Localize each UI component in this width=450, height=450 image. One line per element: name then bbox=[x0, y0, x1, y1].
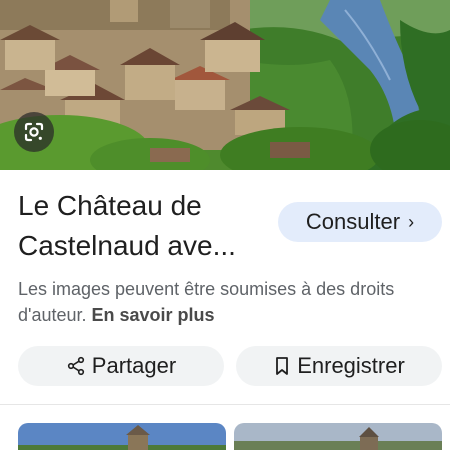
learn-more-link[interactable]: En savoir plus bbox=[92, 305, 215, 325]
save-button[interactable]: Enregistrer bbox=[236, 346, 442, 386]
chevron-right-icon: › bbox=[408, 211, 415, 232]
google-lens-icon bbox=[24, 122, 44, 142]
copyright-notice: Les images peuvent être soumises à des d… bbox=[18, 276, 442, 328]
google-lens-button[interactable] bbox=[14, 112, 54, 152]
related-castle-image bbox=[234, 423, 442, 450]
consult-button[interactable]: Consulter › bbox=[278, 202, 442, 242]
castle-landscape-image bbox=[0, 0, 450, 170]
consult-label: Consulter bbox=[305, 209, 401, 234]
save-label: Enregistrer bbox=[297, 353, 405, 378]
related-castle-image bbox=[18, 423, 226, 450]
bookmark-icon bbox=[276, 357, 289, 375]
result-image[interactable] bbox=[0, 0, 450, 170]
related-image-thumbnail[interactable] bbox=[18, 423, 226, 450]
result-title: Le Château de Castelnaud ave... bbox=[18, 190, 236, 261]
related-image-thumbnail[interactable] bbox=[234, 423, 442, 450]
share-icon bbox=[67, 356, 84, 376]
section-divider bbox=[0, 404, 450, 405]
share-button[interactable]: Partager bbox=[18, 346, 224, 386]
share-label: Partager bbox=[91, 353, 177, 378]
